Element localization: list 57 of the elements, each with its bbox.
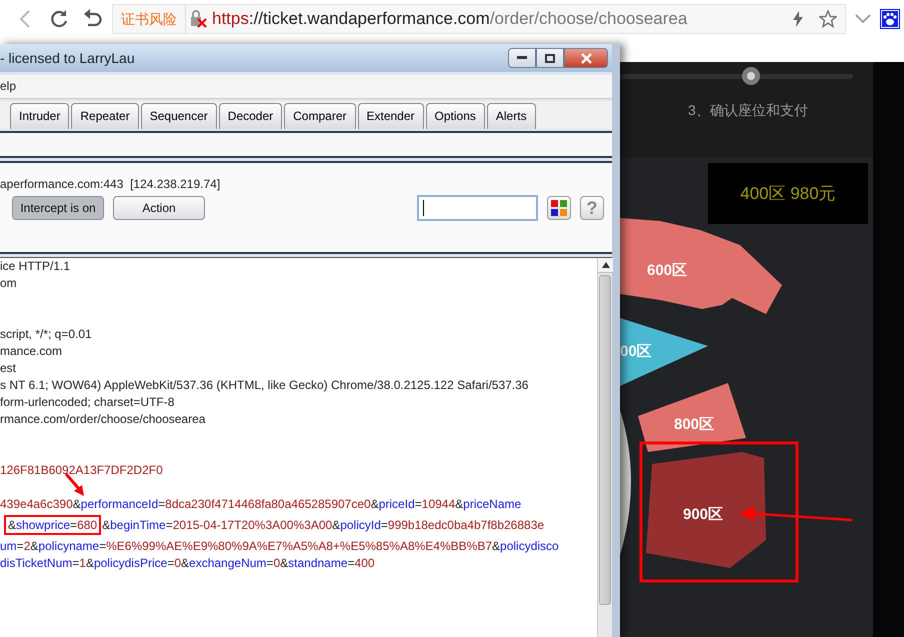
tab[interactable]: Alerts bbox=[486, 103, 536, 129]
undo-icon[interactable] bbox=[83, 9, 103, 29]
window-title: - licensed to LarryLau bbox=[0, 48, 135, 68]
request-line: um=2&policyname=%E6%99%AE%E9%80%9A%E7%A5%A8+%E5%85%A8%E4%BB%B7&policydisco bbox=[0, 538, 560, 555]
request-line: om bbox=[0, 275, 18, 292]
tab[interactable]: Repeater bbox=[71, 103, 139, 129]
request-line: s NT 6.1; WOW64) AppleWebKit/537.36 (KHTML, like Gecko) Chrome/38.0.2125.122 Safari/537.36 bbox=[0, 377, 530, 394]
section-label: 800区 bbox=[674, 416, 714, 433]
seat-section[interactable] bbox=[620, 318, 708, 386]
paw-icon[interactable] bbox=[880, 9, 900, 29]
search-field[interactable] bbox=[417, 195, 538, 221]
request-line: form-urlencoded; charset=UTF-8 bbox=[0, 394, 176, 411]
tab[interactable]: Comparer bbox=[284, 103, 356, 129]
reload-icon[interactable] bbox=[49, 9, 69, 29]
minimize-icon bbox=[517, 56, 527, 60]
broken-lock-icon bbox=[190, 10, 208, 28]
color-grid-icon bbox=[551, 200, 567, 216]
request-line: est bbox=[0, 360, 18, 377]
request-line: disTicketNum=1&policydisPrice=0&exchangeNum=0&standname=400 bbox=[0, 555, 376, 572]
tab[interactable]: Options bbox=[426, 103, 485, 129]
tab[interactable]: Sequencer bbox=[140, 103, 217, 129]
lightning-icon[interactable] bbox=[793, 11, 803, 27]
close-icon bbox=[580, 52, 592, 64]
close-button[interactable] bbox=[564, 48, 608, 68]
colors-button[interactable] bbox=[547, 196, 571, 220]
step-dot bbox=[742, 67, 760, 85]
section-label: 900区 bbox=[683, 506, 724, 523]
seat-section[interactable] bbox=[620, 218, 782, 314]
scroll-up-icon[interactable] bbox=[602, 262, 610, 268]
star-icon[interactable] bbox=[819, 10, 837, 28]
request-line: 126F81B6092A13F7DF2D2F0 bbox=[0, 462, 164, 479]
request-line: &showprice=680 &beginTime=2015-04-17T20%3A00%3A00&policyId=999b18edc0ba4b7f8b26883e bbox=[0, 517, 597, 534]
toggle-button[interactable]: Intercept is on bbox=[12, 196, 104, 220]
action-button[interactable]: Action bbox=[113, 196, 205, 220]
price-tooltip: 400区 980元 bbox=[708, 163, 868, 224]
tab[interactable]: Extender bbox=[358, 103, 424, 129]
scrollbar[interactable] bbox=[597, 258, 612, 637]
seat-section[interactable] bbox=[638, 383, 746, 452]
chevron-down-icon[interactable] bbox=[855, 14, 871, 24]
menu-item[interactable]: elp bbox=[0, 75, 32, 98]
minimize-button[interactable] bbox=[508, 48, 536, 68]
maximize-button[interactable] bbox=[536, 48, 564, 68]
request-line: mance.com bbox=[0, 343, 64, 360]
section-label: 00区 bbox=[620, 343, 652, 360]
host-label: aperformance.com:443 [124.238.219.74] bbox=[0, 176, 222, 193]
request-line: rmance.com/order/choose/choosearea bbox=[0, 411, 206, 428]
request-line: script, */*; q=0.01 bbox=[0, 326, 93, 343]
address-bar[interactable]: 证书风险 https://ticket.wandaperformance.com/order/choose/choosearea bbox=[112, 4, 846, 34]
section-label: 600区 bbox=[647, 262, 688, 279]
step-label: 3、确认座位和支付 bbox=[688, 101, 809, 120]
tab[interactable]: Decoder bbox=[218, 103, 282, 129]
request-line: 439e4a6c390&performanceId=8dca230f4714468fa80a465285907ce0&priceId=10944&priceName bbox=[0, 496, 522, 513]
tab[interactable]: Intruder bbox=[10, 103, 70, 129]
maximize-icon bbox=[545, 54, 555, 62]
url-text[interactable]: https://ticket.wandaperformance.com/order/choose/choosearea bbox=[212, 6, 688, 32]
annotation-arrow bbox=[64, 473, 84, 496]
request-line: ice HTTP/1.1 bbox=[0, 258, 72, 275]
